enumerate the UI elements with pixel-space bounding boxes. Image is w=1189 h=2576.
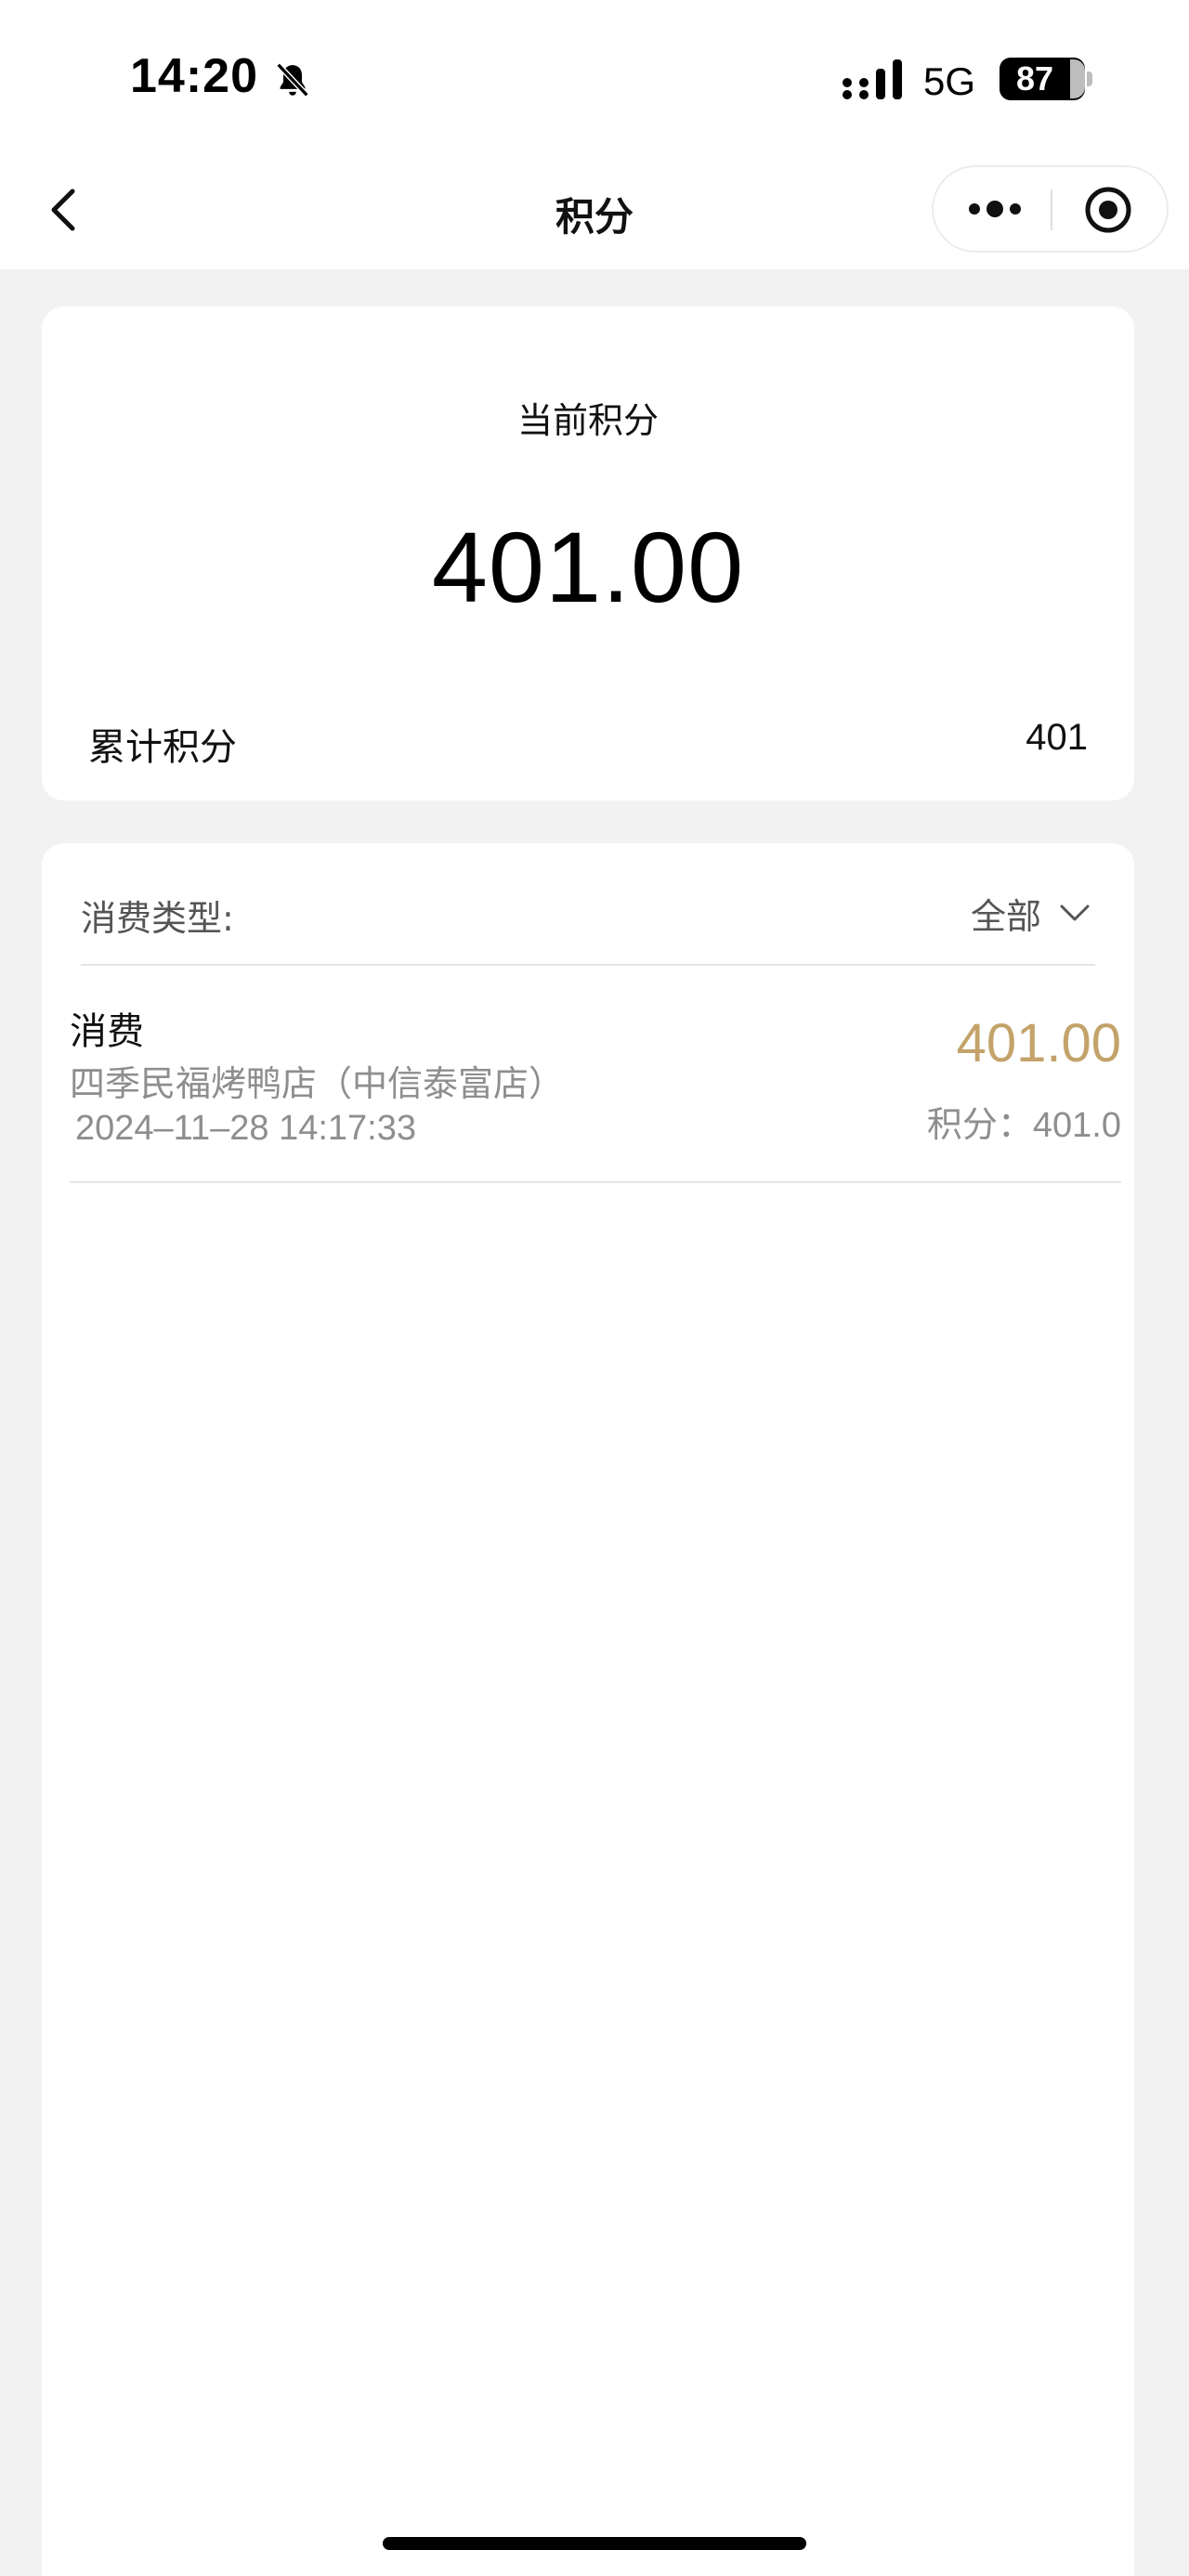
chevron-down-icon bbox=[1060, 904, 1090, 921]
battery-empty-segment bbox=[1070, 59, 1085, 98]
record-points: 积分：401.0 bbox=[926, 1106, 1121, 1145]
capsule-divider bbox=[1051, 189, 1052, 230]
screen: 14:20 5G 87 积分 当前积分 401.00 累计积分 401 消费类型… bbox=[0, 0, 1189, 2576]
total-points-label: 累计积分 bbox=[88, 726, 237, 769]
battery-level: 87 bbox=[1015, 59, 1054, 98]
record-store: 四季民福烤鸭店（中信泰富店） bbox=[70, 1063, 565, 1104]
home-indicator[interactable] bbox=[383, 2537, 806, 2550]
battery-nub bbox=[1087, 72, 1092, 86]
record-divider bbox=[70, 1181, 1121, 1183]
bell-off-icon bbox=[276, 62, 309, 98]
record-type: 消费 bbox=[70, 1010, 144, 1053]
mini-program-capsule bbox=[932, 165, 1169, 253]
target-icon[interactable] bbox=[1084, 186, 1132, 234]
status-time: 14:20 bbox=[130, 49, 258, 103]
points-records-card: 消费类型: 全部 消费 四季民福烤鸭店（中信泰富店） 2024–11–28 14… bbox=[42, 843, 1134, 2576]
list-item[interactable]: 消费 四季民福烤鸭店（中信泰富店） 2024–11–28 14:17:33 40… bbox=[70, 982, 1121, 1148]
status-bar: 14:20 5G 87 bbox=[0, 0, 1189, 158]
current-points-label: 当前积分 bbox=[516, 400, 659, 441]
points-summary-card: 当前积分 401.00 累计积分 401 bbox=[42, 306, 1134, 800]
nav-bar: 积分 bbox=[0, 158, 1189, 269]
consumption-type-label: 消费类型: bbox=[81, 898, 234, 939]
record-amount: 401.00 bbox=[956, 1013, 1121, 1073]
network-type: 5G bbox=[923, 59, 976, 103]
filter-divider bbox=[81, 964, 1095, 966]
consumption-type-value: 全部 bbox=[970, 895, 1041, 937]
more-dots-icon[interactable] bbox=[967, 195, 1023, 223]
total-points-value: 401 bbox=[1026, 717, 1088, 758]
consumption-type-dropdown[interactable]: 全部 bbox=[970, 890, 1093, 937]
current-points-value: 401.00 bbox=[431, 511, 745, 623]
record-time: 2024–11–28 14:17:33 bbox=[75, 1109, 416, 1148]
signal-icon bbox=[843, 59, 902, 99]
